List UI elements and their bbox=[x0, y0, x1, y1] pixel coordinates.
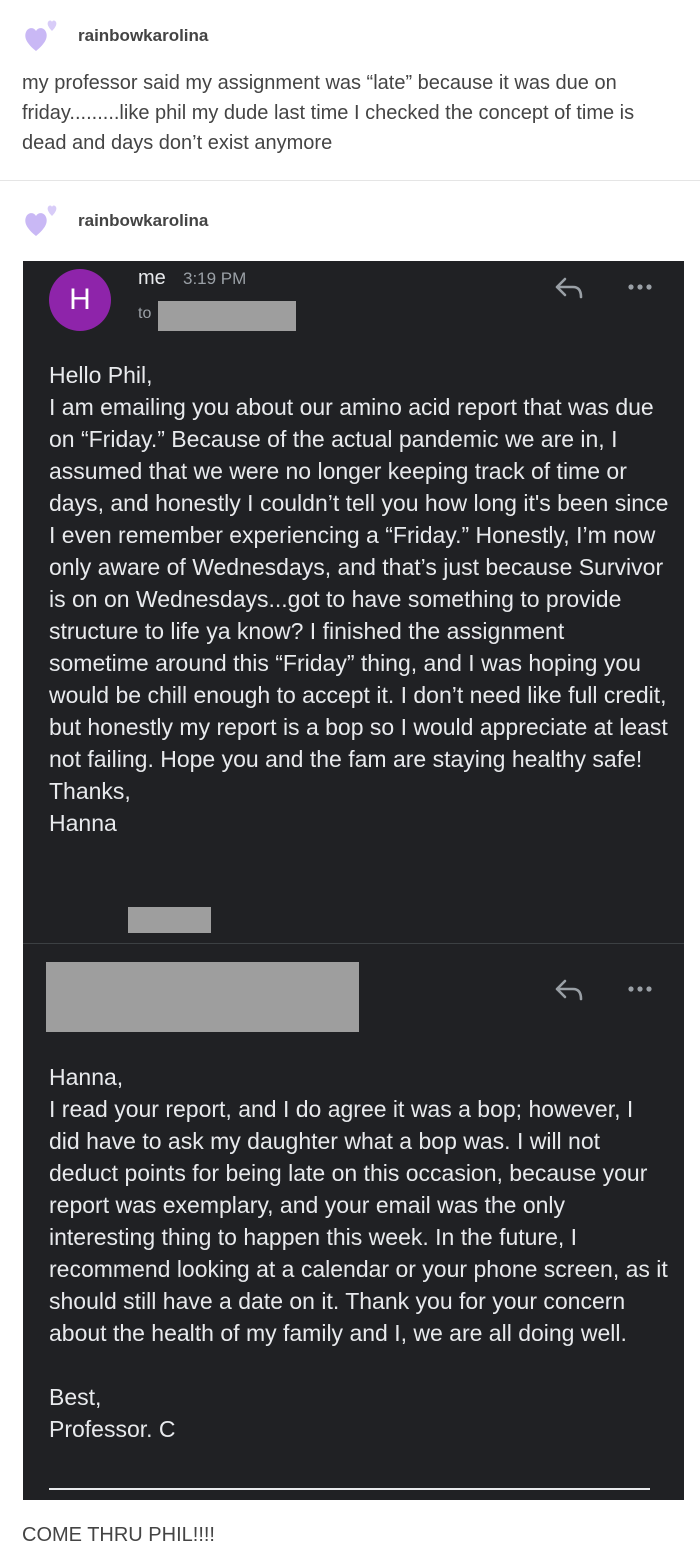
email-divider bbox=[23, 943, 684, 944]
heart-avatar-icon[interactable] bbox=[22, 17, 62, 55]
reply-icon[interactable] bbox=[549, 971, 589, 1011]
email-1-body: Hello Phil, I am emailing you about our … bbox=[49, 362, 669, 836]
post-2-header: rainbowkarolina bbox=[22, 201, 208, 241]
post-2-username[interactable]: rainbowkarolina bbox=[78, 211, 208, 231]
post-1-username[interactable]: rainbowkarolina bbox=[78, 26, 208, 46]
more-options-icon[interactable] bbox=[621, 971, 661, 1011]
heart-avatar-icon[interactable] bbox=[22, 202, 62, 240]
redacted-last-name bbox=[128, 907, 211, 933]
email-1-to-label: to bbox=[138, 305, 152, 322]
post-2-caption: COME THRU PHIL!!!! bbox=[22, 1524, 215, 1546]
email-2-body: Hanna, I read your report, and I do agre… bbox=[49, 1064, 668, 1442]
post-2: rainbowkarolina bbox=[0, 181, 700, 261]
email-1-time: 3:19 PM bbox=[183, 269, 247, 288]
avatar-letter: H bbox=[69, 283, 91, 316]
reply-icon[interactable] bbox=[549, 269, 589, 309]
signature-rule bbox=[49, 1488, 650, 1490]
post-1-text: my professor said my assignment was “lat… bbox=[22, 72, 635, 154]
post-1-header: rainbowkarolina bbox=[22, 16, 208, 56]
post-1: rainbowkarolina my professor said my ass… bbox=[0, 0, 700, 181]
email-1-sender: me bbox=[138, 267, 166, 289]
more-options-icon[interactable] bbox=[621, 269, 661, 309]
redacted-sender-header bbox=[46, 962, 359, 1032]
sender-avatar: H bbox=[49, 269, 111, 331]
redacted-recipient bbox=[158, 301, 296, 331]
email-thread-screenshot: H me 3:19 PM to Hello Phil, I am emailin… bbox=[23, 261, 684, 1500]
